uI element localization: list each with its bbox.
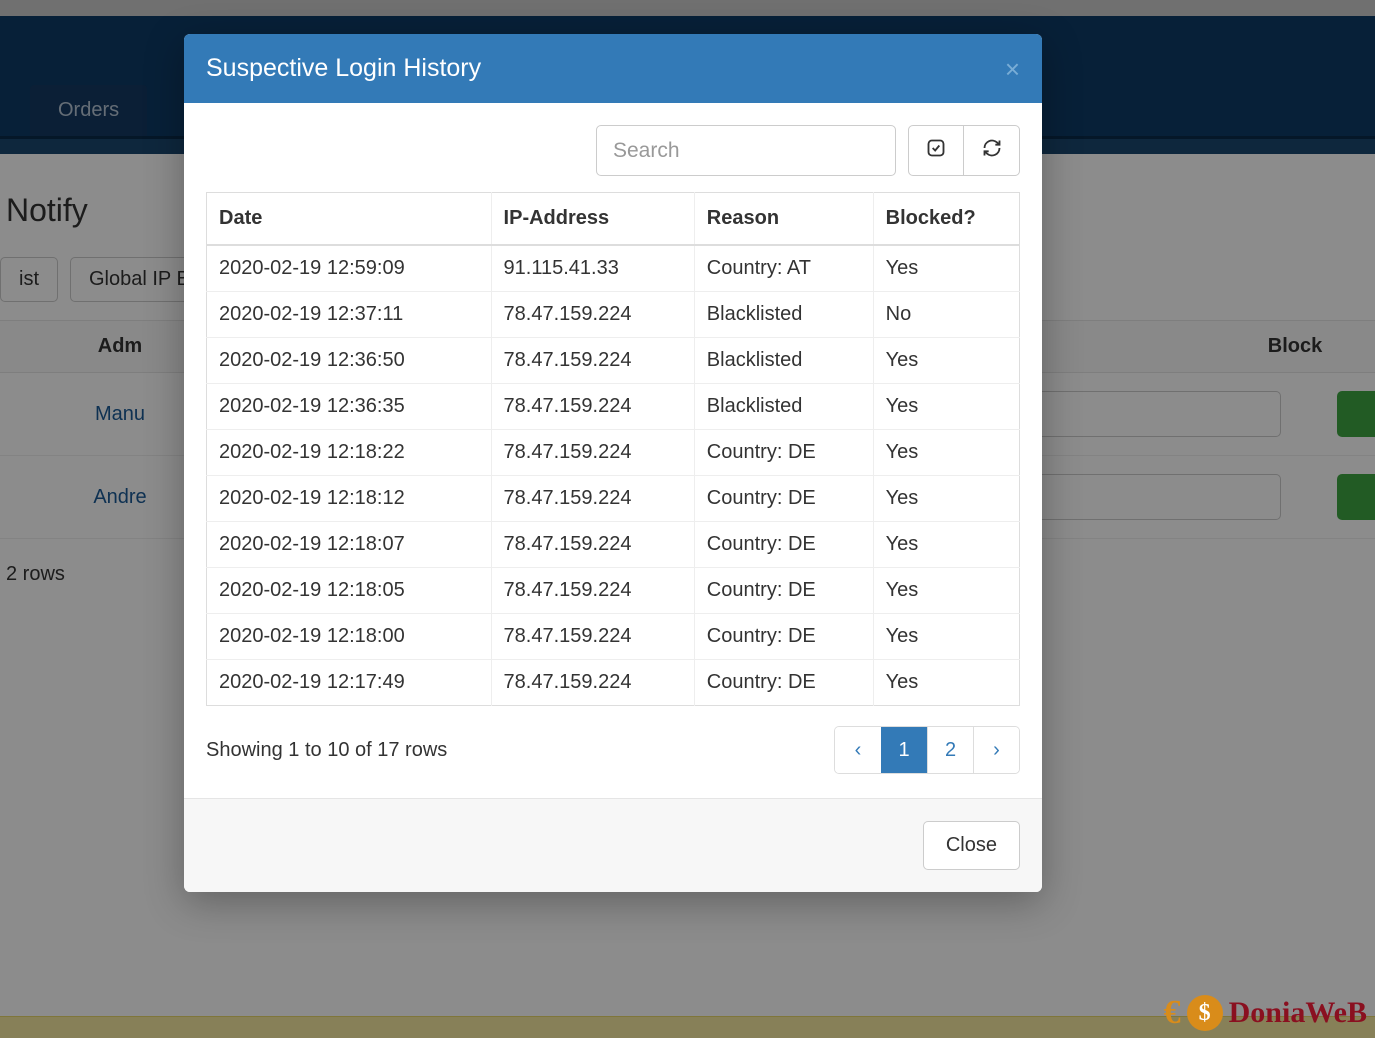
table-footer: Showing 1 to 10 of 17 rows ‹ 12 ›: [206, 726, 1020, 774]
login-history-modal: Suspective Login History ×: [184, 34, 1042, 892]
close-icon[interactable]: ×: [1005, 56, 1020, 82]
cell-date: 2020-02-19 12:18:12: [207, 476, 492, 522]
th-ip[interactable]: IP-Address: [491, 193, 694, 246]
cell-blocked: Yes: [873, 614, 1019, 660]
table-row: 2020-02-19 12:18:1278.47.159.224Country:…: [207, 476, 1020, 522]
cell-date: 2020-02-19 12:37:11: [207, 292, 492, 338]
cell-date: 2020-02-19 12:17:49: [207, 660, 492, 706]
cell-ip: 78.47.159.224: [491, 430, 694, 476]
cell-blocked: Yes: [873, 522, 1019, 568]
th-blocked[interactable]: Blocked?: [873, 193, 1019, 246]
cell-reason: Blacklisted: [694, 292, 873, 338]
table-row: 2020-02-19 12:18:0578.47.159.224Country:…: [207, 568, 1020, 614]
cell-blocked: Yes: [873, 430, 1019, 476]
modal-header: Suspective Login History ×: [184, 34, 1042, 103]
cell-date: 2020-02-19 12:59:09: [207, 245, 492, 292]
modal-footer: Close: [184, 798, 1042, 892]
cell-date: 2020-02-19 12:36:50: [207, 338, 492, 384]
cell-ip: 78.47.159.224: [491, 522, 694, 568]
page-1[interactable]: 1: [881, 727, 927, 773]
page-2[interactable]: 2: [927, 727, 973, 773]
showing-text: Showing 1 to 10 of 17 rows: [206, 739, 447, 762]
cell-date: 2020-02-19 12:36:35: [207, 384, 492, 430]
watermark: € $ DoniaWeB: [1164, 994, 1367, 1032]
toggle-icon: [926, 138, 946, 164]
refresh-icon: [982, 138, 1002, 164]
cell-reason: Country: DE: [694, 430, 873, 476]
page-next[interactable]: ›: [973, 727, 1019, 773]
cell-reason: Blacklisted: [694, 338, 873, 384]
table-row: 2020-02-19 12:37:1178.47.159.224Blacklis…: [207, 292, 1020, 338]
cell-ip: 91.115.41.33: [491, 245, 694, 292]
cell-ip: 78.47.159.224: [491, 614, 694, 660]
cell-reason: Blacklisted: [694, 384, 873, 430]
pagination: ‹ 12 ›: [834, 726, 1020, 774]
table-row: 2020-02-19 12:36:5078.47.159.224Blacklis…: [207, 338, 1020, 384]
modal-body: Date IP-Address Reason Blocked? 2020-02-…: [184, 103, 1042, 798]
page-prev[interactable]: ‹: [835, 727, 881, 773]
modal-title: Suspective Login History: [206, 54, 481, 83]
cell-blocked: Yes: [873, 476, 1019, 522]
dollar-icon: $: [1187, 995, 1223, 1031]
th-date[interactable]: Date: [207, 193, 492, 246]
table-toolbar: [206, 125, 1020, 176]
cell-blocked: Yes: [873, 338, 1019, 384]
cell-reason: Country: DE: [694, 660, 873, 706]
watermark-text: DoniaWeB: [1229, 996, 1367, 1030]
cell-reason: Country: AT: [694, 245, 873, 292]
table-header-row: Date IP-Address Reason Blocked?: [207, 193, 1020, 246]
cell-blocked: Yes: [873, 245, 1019, 292]
cell-date: 2020-02-19 12:18:00: [207, 614, 492, 660]
table-row: 2020-02-19 12:17:4978.47.159.224Country:…: [207, 660, 1020, 706]
th-reason[interactable]: Reason: [694, 193, 873, 246]
toggle-columns-button[interactable]: [908, 125, 964, 176]
cell-date: 2020-02-19 12:18:05: [207, 568, 492, 614]
search-input[interactable]: [596, 125, 896, 176]
cell-blocked: Yes: [873, 568, 1019, 614]
table-row: 2020-02-19 12:18:0078.47.159.224Country:…: [207, 614, 1020, 660]
cell-reason: Country: DE: [694, 614, 873, 660]
table-row: 2020-02-19 12:36:3578.47.159.224Blacklis…: [207, 384, 1020, 430]
close-button[interactable]: Close: [923, 821, 1020, 870]
euro-icon: €: [1164, 994, 1181, 1032]
cell-date: 2020-02-19 12:18:07: [207, 522, 492, 568]
cell-ip: 78.47.159.224: [491, 338, 694, 384]
cell-reason: Country: DE: [694, 568, 873, 614]
table-row: 2020-02-19 12:18:0778.47.159.224Country:…: [207, 522, 1020, 568]
cell-date: 2020-02-19 12:18:22: [207, 430, 492, 476]
table-row: 2020-02-19 12:18:2278.47.159.224Country:…: [207, 430, 1020, 476]
cell-ip: 78.47.159.224: [491, 292, 694, 338]
refresh-button[interactable]: [964, 125, 1020, 176]
cell-blocked: Yes: [873, 384, 1019, 430]
cell-ip: 78.47.159.224: [491, 660, 694, 706]
toolbar-button-group: [908, 125, 1020, 176]
cell-reason: Country: DE: [694, 476, 873, 522]
cell-reason: Country: DE: [694, 522, 873, 568]
cell-blocked: Yes: [873, 660, 1019, 706]
cell-ip: 78.47.159.224: [491, 476, 694, 522]
cell-blocked: No: [873, 292, 1019, 338]
cell-ip: 78.47.159.224: [491, 568, 694, 614]
cell-ip: 78.47.159.224: [491, 384, 694, 430]
login-history-table: Date IP-Address Reason Blocked? 2020-02-…: [206, 192, 1020, 706]
table-row: 2020-02-19 12:59:0991.115.41.33Country: …: [207, 245, 1020, 292]
